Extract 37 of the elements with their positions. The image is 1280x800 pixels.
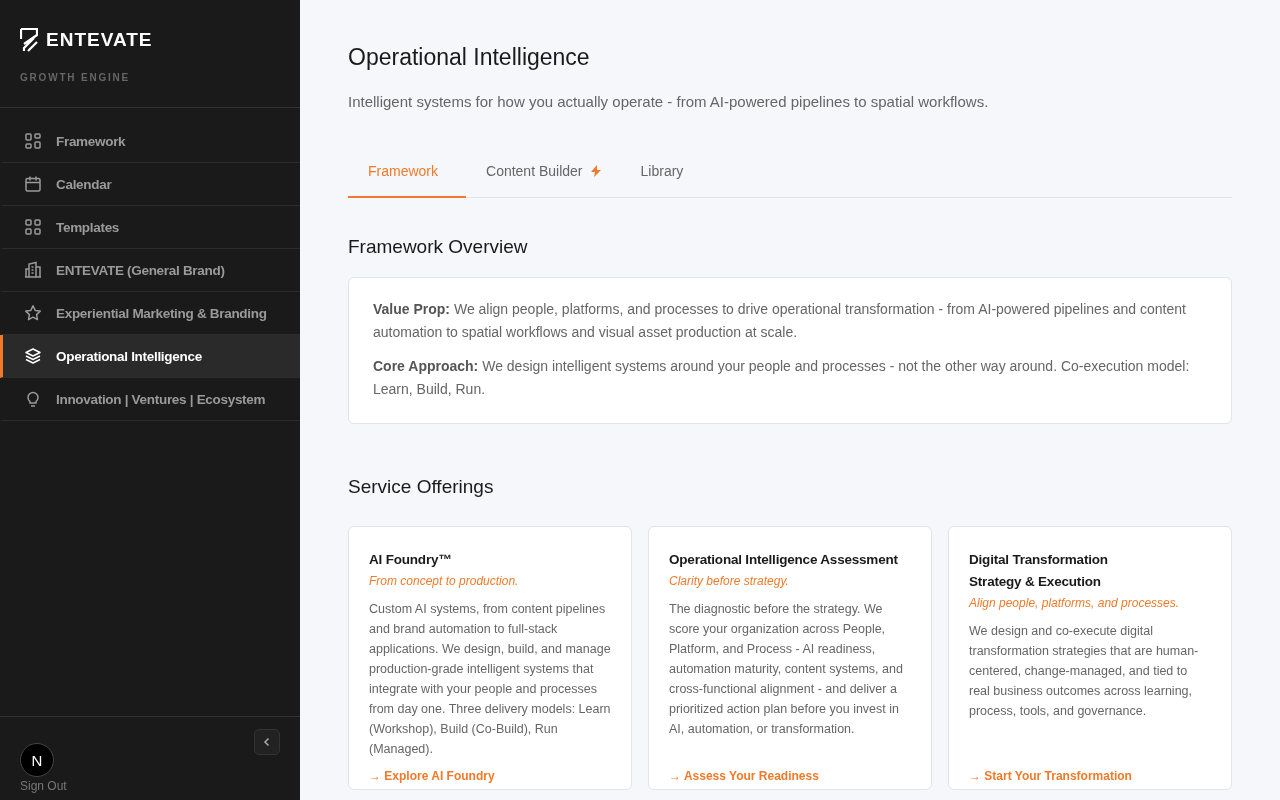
sidebar-item[interactable]: Calendar <box>0 163 300 206</box>
card-tagline: Align people, platforms, and processes. <box>969 596 1180 610</box>
sign-out-link[interactable]: Sign Out <box>20 779 67 793</box>
building-icon <box>24 261 42 279</box>
sidebar-item[interactable]: Framework <box>0 120 300 163</box>
section-heading: Service Offerings <box>348 476 494 498</box>
avatar[interactable]: N <box>20 743 54 777</box>
card-tagline: Clarity before strategy. <box>669 574 789 588</box>
page-subtitle: Intelligent systems for how you actually operate - from AI-powered pipelines to spatial workflows. <box>348 93 989 110</box>
star-icon <box>24 304 42 322</box>
card-title: Digital Transformation Strategy & Execution <box>969 551 1109 591</box>
page-title: Operational Intelligence <box>348 44 590 71</box>
chevron-left-icon <box>262 737 272 747</box>
sidebar-item[interactable]: ENTEVATE (General Brand) <box>0 249 300 292</box>
layers-icon <box>24 347 42 365</box>
sidebar-item[interactable]: Operational Intelligence <box>0 335 300 378</box>
lightning-icon <box>590 165 601 177</box>
grid-icon <box>24 132 42 150</box>
brand-tagline: GROWTH ENGINE <box>20 72 131 83</box>
lightbulb-icon <box>24 390 42 408</box>
grid-icon <box>24 218 42 236</box>
card-title: AI Foundry™ <box>369 551 452 569</box>
sidebar-item[interactable]: Templates <box>0 206 300 249</box>
section-heading: Framework Overview <box>348 236 528 258</box>
calendar-icon <box>24 175 42 193</box>
card-description: We design and co-execute digital transformation strategies that are human-centered, change-managed, and tied to real business outcomes across learning, process, tools, and governance. <box>969 623 1200 720</box>
card-tagline: From concept to production. <box>369 574 519 588</box>
logo-icon <box>20 28 38 52</box>
overview-paragraph: Core Approach: We design intelligent systems around your people and processes - not the other way around. Co-execution model: Learn, Build, Run. <box>373 357 1191 399</box>
overview-paragraph: Value Prop: We align people, platforms, and processes to drive operational transformation - from AI-powered pipelines and content automation to spatial workflows and visual asset production at scale. <box>373 300 1187 342</box>
tab[interactable]: Content Builder <box>466 147 621 198</box>
collapse-button[interactable] <box>254 729 280 755</box>
card-description: Custom AI systems, from content pipelines and brand automation to full-stack applications. We design, build, and manage production-grade intelligent systems that integrate with your people and processes from day one. Three delivery models: Learn (Workshop), Build (Co-Build), Run (Managed). <box>369 601 611 758</box>
brand-name: ENTEVATE <box>46 29 153 51</box>
tab[interactable]: Library <box>620 147 712 198</box>
card-description: The diagnostic before the strategy. We score your organization across People, Platform, and Process - AI readiness, automation maturity, content systems, and cross-functional alignment - and deliver a prioritized action plan before you invest in AI, automation, or transformation. <box>669 601 904 738</box>
card-title: Operational Intelligence Assessment <box>669 551 898 569</box>
